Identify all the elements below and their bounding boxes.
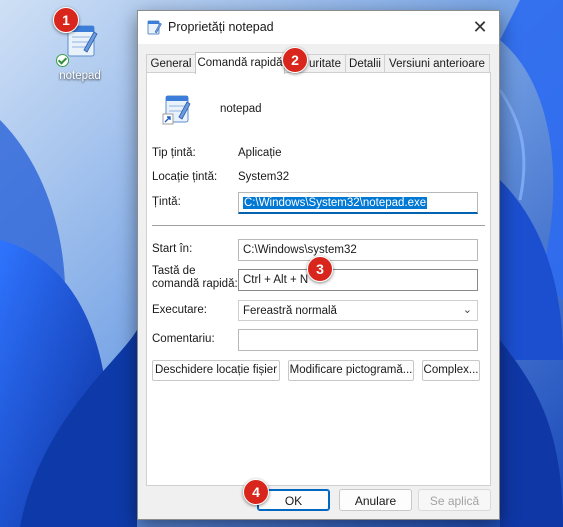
- callout-1: 1: [53, 7, 79, 33]
- callout-3: 3: [307, 256, 333, 282]
- comment-label: Comentariu:: [152, 333, 215, 345]
- target-input[interactable]: C:\Windows\System32\notepad.exe: [238, 192, 478, 214]
- target-location-label: Locație țintă:: [152, 171, 218, 183]
- shortcut-name: notepad: [220, 103, 262, 115]
- tab-general[interactable]: General: [146, 54, 196, 73]
- close-button[interactable]: ✕: [461, 11, 499, 44]
- callout-4: 4: [243, 479, 269, 505]
- target-selected-text: C:\Windows\System32\notepad.exe: [243, 197, 428, 209]
- close-icon: ✕: [472, 17, 488, 38]
- title-bar[interactable]: Proprietăți notepad ✕: [138, 11, 499, 44]
- tab-previous-versions[interactable]: Versiuni anterioare: [384, 54, 490, 73]
- window-title: Proprietăți notepad: [168, 20, 274, 34]
- tab-strip: General Comandă rapidă uritate Detalii V…: [146, 52, 491, 74]
- comment-input[interactable]: [238, 329, 478, 351]
- start-in-label: Start în:: [152, 243, 193, 255]
- run-label: Executare:: [152, 304, 207, 316]
- run-select[interactable]: Fereastră normală ⌄: [238, 300, 478, 321]
- target-label: Țintă:: [152, 196, 181, 208]
- advanced-button[interactable]: Complex...: [422, 360, 480, 381]
- cancel-button[interactable]: Anulare: [339, 489, 412, 511]
- desktop-icon-label: notepad: [59, 70, 101, 82]
- start-in-input[interactable]: C:\Windows\system32: [238, 239, 478, 261]
- sync-check-icon: [56, 54, 69, 67]
- run-selected-value: Fereastră normală: [243, 305, 337, 317]
- tab-details[interactable]: Detalii: [345, 54, 385, 73]
- notepad-icon: [147, 20, 162, 35]
- hotkey-label-line1: Tastă de: [152, 265, 196, 277]
- target-location-value: System32: [238, 171, 290, 183]
- apply-button[interactable]: Se aplică: [418, 489, 491, 511]
- change-icon-button[interactable]: Modificare pictogramă...: [288, 360, 414, 381]
- target-type-label: Tip țintă:: [152, 147, 196, 159]
- open-file-location-button[interactable]: Deschidere locație fișier: [152, 360, 280, 381]
- tab-shortcut[interactable]: Comandă rapidă: [195, 52, 285, 74]
- notepad-shortcut-icon: [162, 95, 191, 125]
- chevron-down-icon: ⌄: [462, 303, 472, 316]
- target-type-value: Aplicație: [238, 147, 282, 159]
- hotkey-input[interactable]: Ctrl + Alt + N: [238, 269, 478, 291]
- separator: [152, 225, 485, 226]
- callout-2: 2: [282, 47, 308, 73]
- hotkey-label-line2: comandă rapidă:: [152, 278, 238, 290]
